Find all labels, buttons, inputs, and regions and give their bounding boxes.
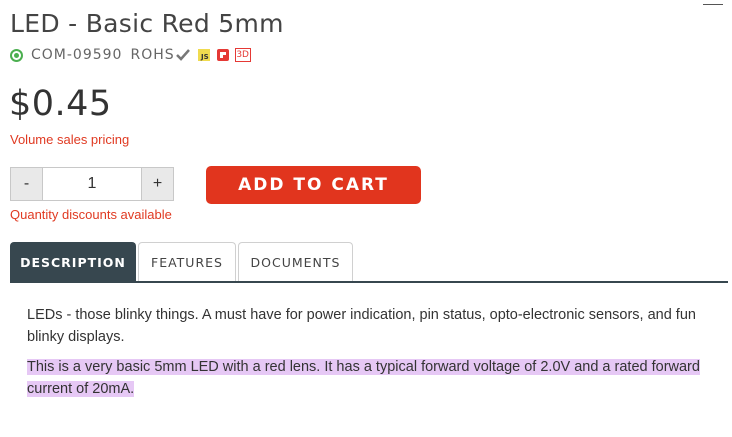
sku-label: COM-09590 xyxy=(31,47,123,63)
js-icon[interactable]: JS xyxy=(197,49,210,61)
tab-documents[interactable]: DOCUMENTS xyxy=(238,242,353,282)
quantity-input[interactable] xyxy=(42,168,142,200)
corner-mark xyxy=(703,0,723,5)
quantity-discounts-link[interactable]: Quantity discounts available xyxy=(10,207,172,222)
tab-features[interactable]: FEATURES xyxy=(138,242,236,282)
description-panel: LEDs - those blinky things. A must have … xyxy=(27,304,717,408)
add-to-cart-button[interactable]: ADD TO CART xyxy=(206,166,421,204)
fritzing-icon[interactable] xyxy=(216,48,230,62)
product-meta: COM-09590 ROHS JS 3D xyxy=(10,46,251,64)
product-price: $0.45 xyxy=(9,84,112,124)
description-paragraph: LEDs - those blinky things. A must have … xyxy=(27,307,696,345)
product-tabs: DESCRIPTION FEATURES DOCUMENTS xyxy=(10,242,355,282)
increment-button[interactable]: + xyxy=(142,168,173,200)
3d-model-icon[interactable]: 3D xyxy=(234,48,251,62)
in-stock-dot-icon xyxy=(10,48,23,62)
description-paragraph-highlighted: This is a very basic 5mm LED with a red … xyxy=(27,356,717,400)
volume-pricing-link[interactable]: Volume sales pricing xyxy=(10,132,129,147)
tab-description[interactable]: DESCRIPTION xyxy=(10,242,136,282)
tab-divider xyxy=(10,281,728,283)
product-title: LED - Basic Red 5mm xyxy=(10,9,284,38)
rohs-label: ROHS xyxy=(130,47,175,63)
decrement-button[interactable]: - xyxy=(11,168,42,200)
check-icon xyxy=(175,49,190,61)
quantity-stepper: - + xyxy=(10,167,174,201)
highlighted-text: This is a very basic 5mm LED with a red … xyxy=(27,359,700,397)
